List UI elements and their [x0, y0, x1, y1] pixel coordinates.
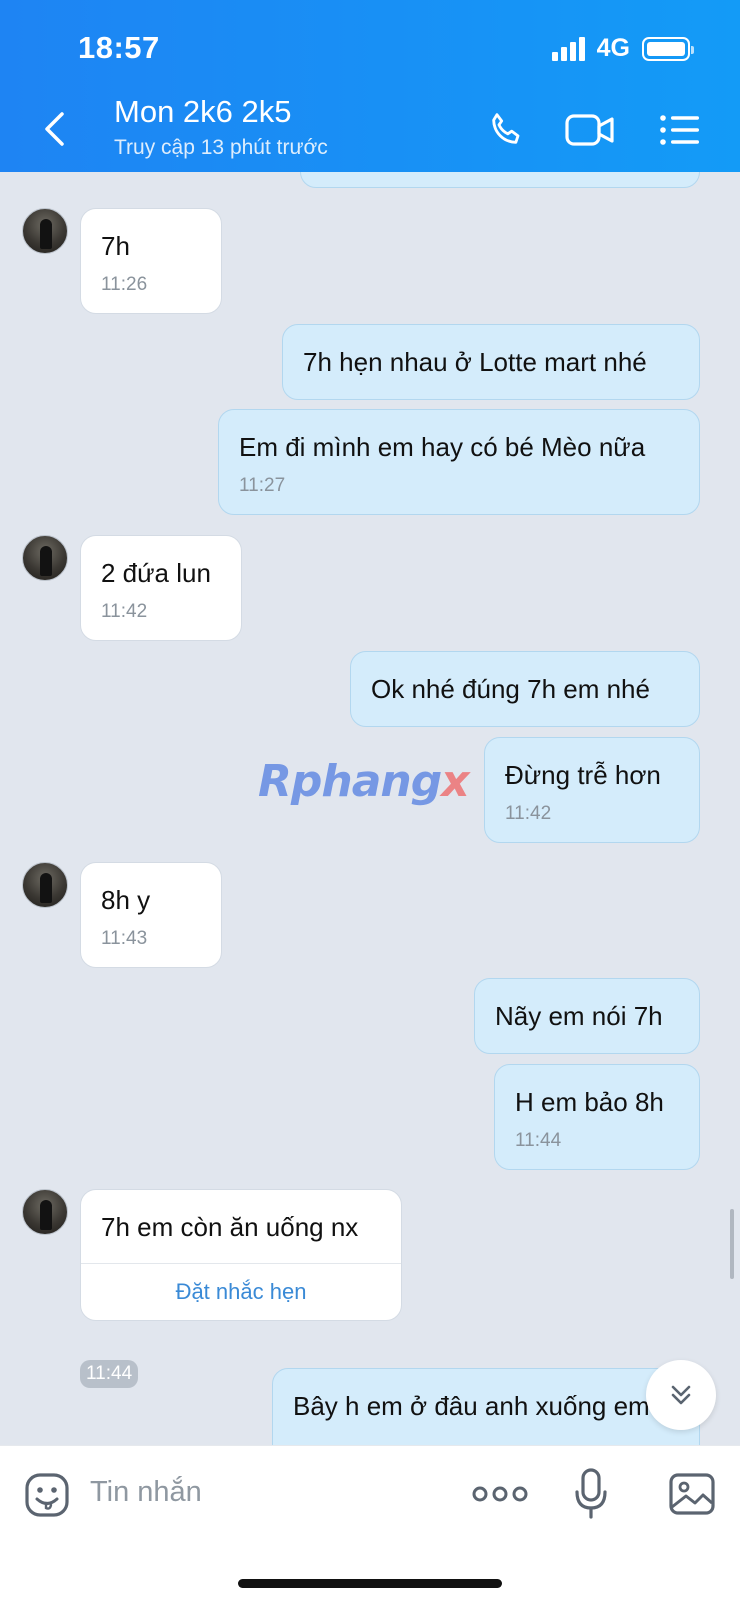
home-indicator [238, 1579, 502, 1588]
phone-icon [492, 113, 520, 144]
menu-list-icon [660, 115, 699, 145]
scrollbar[interactable] [730, 1209, 734, 1279]
avatar[interactable] [22, 208, 68, 254]
message-text: 7h [101, 231, 130, 261]
message-bubble-sent[interactable]: H em bảo 8h 11:44 [494, 1064, 700, 1170]
message-bubble-received[interactable]: 8h y 11:43 [80, 862, 222, 968]
message-text: 8h y [101, 885, 151, 915]
voice-call-button[interactable] [480, 104, 532, 156]
chat-header: 18:57 4G Mon 2k6 2k5 Truy cập 13 phút tr… [0, 0, 740, 172]
message-time: 11:44 [515, 1130, 562, 1151]
avatar[interactable] [22, 535, 68, 581]
set-reminder-link[interactable]: Đặt nhắc hẹn [101, 1264, 381, 1305]
message-bubble-sent[interactable]: 7h hẹn nhau ở Lotte mart nhé [282, 324, 700, 400]
message-bubble-sent[interactable]: Ok nhé đúng 7h em nhé [350, 651, 700, 727]
signal-icon [551, 36, 585, 61]
message-bubble-received[interactable]: 7h 11:26 [80, 208, 222, 314]
scroll-to-bottom-button[interactable] [646, 1360, 716, 1430]
video-call-button[interactable] [564, 104, 616, 156]
back-button[interactable] [36, 106, 72, 152]
message-bubble-sent[interactable]: Nãy em nói 7h [474, 978, 700, 1054]
message-input[interactable] [90, 1476, 420, 1509]
status-time: 18:57 [78, 30, 160, 65]
message-text: 7h em còn ăn uống nx [101, 1212, 359, 1242]
back-icon [45, 112, 64, 146]
message-bubble-partial [300, 172, 700, 188]
message-bubble-received[interactable]: 7h em còn ăn uống nx Đặt nhắc hẹn [80, 1189, 402, 1321]
image-icon [669, 1473, 715, 1515]
message-bubble-sent[interactable]: Đừng trễ hơn 11:42 [484, 737, 700, 843]
message-time: 11:42 [505, 803, 552, 824]
message-bubble-received[interactable]: 2 đứa lun 11:42 [80, 535, 242, 641]
message-text: 7h hẹn nhau ở Lotte mart nhé [303, 347, 647, 377]
sticker-icon [25, 1473, 69, 1517]
message-list[interactable]: 7h 11:26 7h hẹn nhau ở Lotte mart nhé Em… [0, 172, 740, 1445]
message-text: Ok nhé đúng 7h em nhé [371, 674, 650, 704]
sticker-button[interactable] [24, 1472, 70, 1518]
message-text: Đừng trễ hơn [505, 760, 661, 790]
message-bubble-sent[interactable]: Em đi mình em hay có bé Mèo nữa 11:27 [218, 409, 700, 515]
message-text: Bây h em ở đâu anh xuống em [293, 1391, 650, 1421]
more-options-button[interactable] [472, 1480, 528, 1508]
message-text: H em bảo 8h [515, 1087, 664, 1117]
battery-icon [642, 36, 694, 61]
message-bubble-sent[interactable]: Bây h em ở đâu anh xuống em [272, 1368, 700, 1445]
message-time: 11:44 [80, 1360, 139, 1388]
message-time: 11:27 [239, 475, 286, 496]
message-text: 2 đứa lun [101, 558, 211, 588]
conversation-options-button[interactable] [654, 104, 706, 156]
last-seen-status: Truy cập 13 phút trước [114, 136, 328, 159]
avatar[interactable] [22, 1189, 68, 1235]
video-call-icon [565, 114, 614, 146]
message-time: 11:42 [101, 601, 148, 622]
message-composer [0, 1445, 740, 1600]
chevron-double-down-icon [671, 1385, 691, 1405]
status-indicators: 4G [551, 34, 694, 63]
mic-icon [575, 1468, 607, 1519]
message-time: 11:43 [101, 928, 148, 949]
watermark-logo: Rphangx [258, 756, 470, 807]
voice-message-button[interactable] [574, 1468, 608, 1520]
send-image-button[interactable] [668, 1472, 716, 1516]
more-icon [472, 1486, 528, 1502]
message-time: 11:26 [101, 274, 148, 295]
message-text: Nãy em nói 7h [495, 1001, 663, 1031]
avatar[interactable] [22, 862, 68, 908]
network-type: 4G [596, 34, 630, 62]
conversation-title[interactable]: Mon 2k6 2k5 [114, 94, 292, 130]
message-text: Em đi mình em hay có bé Mèo nữa [239, 432, 646, 462]
